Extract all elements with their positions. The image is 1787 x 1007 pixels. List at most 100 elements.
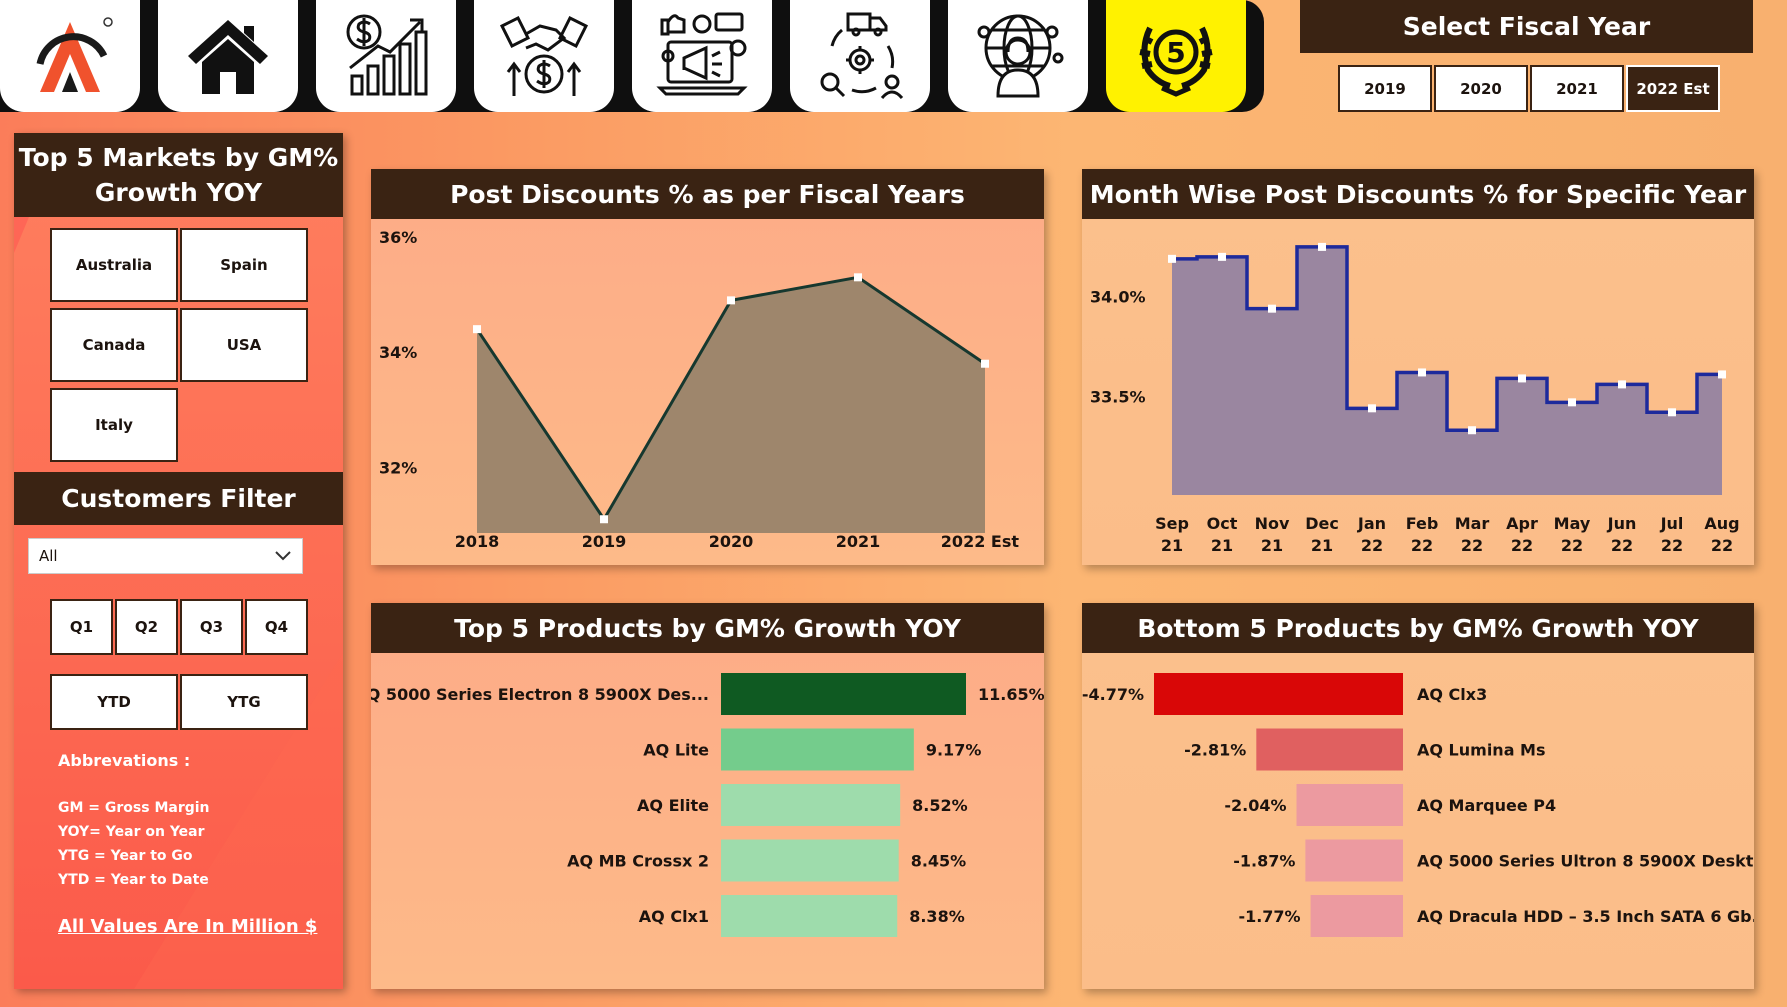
value-label: 11.65%	[978, 685, 1044, 704]
product-label: AQ Clx3	[1417, 685, 1487, 704]
product-label: AQ Lite	[643, 741, 709, 760]
value-label: 8.45%	[911, 852, 967, 871]
x-tick-label: 22	[1511, 536, 1533, 555]
value-label: 8.52%	[912, 796, 968, 815]
supply-chain-icon	[820, 12, 904, 100]
data-point	[1618, 380, 1626, 389]
x-tick-label: 2022 Est	[941, 532, 1020, 551]
bar	[721, 895, 898, 937]
bar	[1154, 673, 1403, 715]
product-label: AQ Lumina Ms	[1417, 741, 1546, 760]
x-tick-label: 22	[1711, 536, 1733, 555]
fiscal-year-2022-est-button[interactable]: 2022 Est	[1626, 65, 1720, 112]
abbreviation-yoy: YOY= Year on Year	[58, 824, 205, 840]
marketing-icon	[656, 12, 748, 96]
quarter-q3-button[interactable]: Q3	[180, 599, 243, 655]
market-canada-button[interactable]: Canada	[50, 308, 178, 382]
data-point	[1218, 252, 1226, 261]
data-point	[1468, 426, 1476, 435]
top-products-card: Top 5 Products by GM% Growth YOY AQ 5000…	[371, 603, 1044, 989]
market-italy-button[interactable]: Italy	[50, 388, 178, 462]
bar	[721, 728, 914, 771]
y-tick-label: 36%	[379, 228, 417, 247]
bar	[1256, 728, 1403, 771]
x-tick-label: Sep	[1155, 514, 1189, 533]
filter-panel: Top 5 Markets by GM% Growth YOY Australi…	[14, 133, 343, 989]
x-tick-label: 2019	[582, 532, 627, 551]
data-point	[1168, 254, 1176, 263]
data-point	[600, 515, 608, 524]
bar	[721, 673, 966, 715]
x-tick-label: May	[1554, 514, 1591, 533]
value-label: 8.38%	[909, 907, 965, 926]
nav-finance[interactable]	[316, 0, 456, 112]
bar	[1296, 784, 1403, 826]
x-tick-label: Jan	[1357, 514, 1386, 533]
y-tick-label: 34%	[379, 343, 417, 362]
monthly-discount-chart: 33.5% 34.0% Sep 21 Oct 21 Nov 21 Dec 21 Jan 22 Feb 22…	[1090, 242, 1740, 555]
customers-filter-title: Customers Filter	[14, 472, 343, 525]
market-usa-button[interactable]: USA	[180, 308, 308, 382]
data-point	[854, 273, 862, 282]
nav-top5-awards[interactable]: 5	[1106, 0, 1246, 112]
x-tick-label: Nov	[1255, 514, 1290, 533]
customers-dropdown-value: All	[39, 547, 58, 565]
quarter-q4-button[interactable]: Q4	[245, 599, 308, 655]
product-label: AQ Elite	[637, 796, 709, 815]
product-label: AQ Clx1	[639, 907, 709, 926]
x-tick-label: 2021	[836, 532, 881, 551]
bottom-products-card: Bottom 5 Products by GM% Growth YOY -4.7…	[1082, 603, 1754, 989]
market-australia-button[interactable]: Australia	[50, 228, 178, 302]
nav-global-support[interactable]	[948, 0, 1088, 112]
product-label: AQ MB Crossx 2	[567, 852, 709, 871]
quarter-q1-button[interactable]: Q1	[50, 599, 113, 655]
data-point	[1268, 304, 1276, 313]
nav-marketing[interactable]	[632, 0, 772, 112]
data-point	[1368, 404, 1376, 413]
fiscal-year-2020-button[interactable]: 2020	[1434, 65, 1528, 112]
quarter-q2-button[interactable]: Q2	[115, 599, 178, 655]
y-tick-label: 34.0%	[1090, 288, 1146, 307]
value-label: -2.04%	[1224, 796, 1286, 815]
x-tick-label: 22	[1361, 536, 1383, 555]
x-tick-label: Feb	[1406, 514, 1439, 533]
nav-deals[interactable]	[474, 0, 614, 112]
x-tick-label: Jul	[1660, 514, 1684, 533]
nav-supply-chain[interactable]	[790, 0, 930, 112]
x-tick-label: 21	[1161, 536, 1183, 555]
global-support-icon	[977, 14, 1064, 98]
product-label: AQ 5000 Series Ultron 8 5900X Deskt...	[1417, 852, 1754, 871]
data-point	[1318, 242, 1326, 251]
fiscal-year-2021-button[interactable]: 2021	[1530, 65, 1624, 112]
customers-dropdown[interactable]: All	[28, 538, 303, 574]
value-label: -1.87%	[1233, 852, 1295, 871]
period-ytd-button[interactable]: YTD	[50, 674, 178, 730]
data-point	[1568, 398, 1576, 407]
abbreviation-ytg: YTG = Year to Go	[58, 848, 193, 864]
x-tick-label: 21	[1261, 536, 1283, 555]
x-tick-label: Oct	[1207, 514, 1238, 533]
fiscal-year-2019-button[interactable]: 2019	[1338, 65, 1432, 112]
period-ytg-button[interactable]: YTG	[180, 674, 308, 730]
bar	[721, 839, 899, 882]
market-spain-button[interactable]: Spain	[180, 228, 308, 302]
markets-title-line1: Top 5 Markets by GM%	[18, 143, 339, 172]
x-tick-label: 2020	[709, 532, 754, 551]
markets-title-line2: Growth YOY	[94, 178, 263, 207]
x-tick-label: 22	[1561, 536, 1583, 555]
brand-logo-tile[interactable]	[0, 0, 140, 112]
product-label: AQ Dracula HDD – 3.5 Inch SATA 6 Gb...	[1417, 907, 1754, 926]
data-point	[1668, 408, 1676, 417]
y-tick-label: 32%	[379, 458, 417, 477]
abbreviation-gm: GM = Gross Margin	[58, 800, 210, 816]
brand-logo-icon	[36, 17, 113, 92]
x-tick-label: Aug	[1704, 514, 1739, 533]
x-tick-label: Dec	[1305, 514, 1339, 533]
x-tick-label: 21	[1211, 536, 1233, 555]
top5-award-icon: 5	[1139, 26, 1213, 97]
abbreviations-title: Abbrevations :	[58, 751, 191, 770]
abbreviation-ytd: YTD = Year to Date	[58, 872, 209, 888]
nav-home[interactable]	[158, 0, 298, 112]
values-unit-note: All Values Are In Million $	[58, 916, 318, 937]
x-tick-label: Mar	[1455, 514, 1490, 533]
